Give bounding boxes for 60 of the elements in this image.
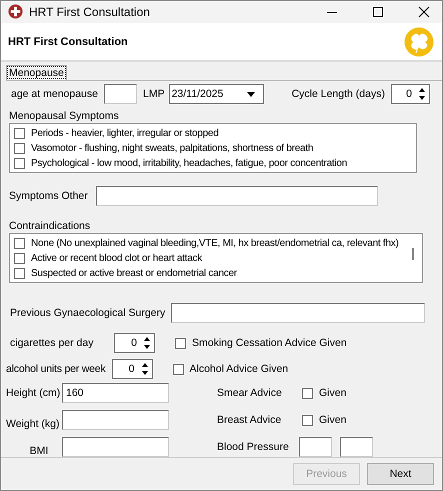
checkbox[interactable]: [302, 414, 313, 426]
checkbox-label: None (No unexplained vaginal bleeding,VTE, MI, hx breast/endometrial ca, relevant fhx): [31, 238, 399, 249]
input-field[interactable]: [62, 437, 169, 458]
field-label: Height (cm): [6, 387, 62, 400]
input-field[interactable]: [171, 303, 426, 324]
checkbox-label: Given: [319, 387, 346, 400]
field-label: age at menopause: [11, 88, 98, 100]
checkbox[interactable]: [14, 252, 25, 264]
checkbox-label: Periods - heavier, lighter, irregular or stopped: [31, 128, 219, 139]
field-label: cigarettes per day: [10, 337, 94, 350]
maximize-icon[interactable]: [372, 6, 384, 18]
field-label: Breast Advice: [216, 414, 282, 426]
section-label: Contraindications: [8, 220, 92, 232]
checkbox-label: Active or recent blood clot or heart attack: [31, 252, 202, 264]
field-label: Smear Advice: [216, 387, 283, 400]
checkbox[interactable]: [302, 388, 313, 399]
spin-arrows-icon[interactable]: [418, 87, 426, 102]
checkbox[interactable]: [175, 338, 186, 349]
field-label: LMP: [142, 88, 165, 100]
checkbox[interactable]: [14, 142, 25, 154]
spin-arrows-icon[interactable]: [140, 362, 148, 376]
number-spinner[interactable]: 0: [390, 84, 430, 104]
checkbox[interactable]: [14, 128, 25, 139]
field-label: alcohol units per week: [6, 363, 106, 376]
checkbox[interactable]: [14, 158, 25, 169]
date-picker[interactable]: 23/11/2025: [168, 84, 264, 104]
field-label: Previous Gynaecological Surgery: [10, 307, 166, 320]
input-field[interactable]: [340, 437, 373, 458]
scrollbar-thumb[interactable]: [412, 248, 414, 260]
dropdown-arrow-icon[interactable]: [246, 92, 255, 97]
input-field[interactable]: [299, 437, 332, 458]
app-icon: [8, 4, 23, 20]
section-label: Menopausal Symptoms: [8, 110, 120, 122]
field-label: Symptoms Other: [9, 190, 88, 202]
field-label: Cycle Length (days): [292, 88, 385, 100]
checkbox-label: Smoking Cessation Advice Given: [192, 337, 347, 350]
number-spinner[interactable]: 0: [112, 359, 152, 380]
input-field[interactable]: 160: [62, 383, 169, 404]
close-icon[interactable]: [418, 6, 430, 18]
checkbox-label: Vasomotor - flushing, night sweats, palpitations, shortness of breath: [31, 142, 314, 154]
tab[interactable]: Menopause: [6, 65, 67, 80]
checkbox-label: Suspected or active breast or endometrial cancer: [31, 268, 237, 279]
window-title: HRT First Consultation: [29, 4, 150, 19]
checkbox[interactable]: [14, 238, 25, 249]
input-field[interactable]: [96, 186, 378, 206]
checkbox[interactable]: [172, 364, 184, 375]
nav-button[interactable]: Next: [367, 463, 434, 486]
spin-arrows-icon[interactable]: [143, 336, 151, 350]
input-field[interactable]: [104, 84, 137, 104]
checkbox-label: Given: [319, 414, 346, 426]
form-title: HRT First Consultation: [8, 36, 128, 48]
field-label: BMI: [28, 445, 48, 458]
flower-logo-icon: [404, 26, 434, 57]
checkbox[interactable]: [14, 268, 25, 279]
field-label: Weight (kg): [6, 418, 60, 430]
checkbox-label: Alcohol Advice Given: [190, 363, 288, 376]
checkbox-label: Psychological - low mood, irritability, headaches, fatigue, poor concentration: [31, 158, 348, 169]
field-label: Blood Pressure: [216, 441, 290, 454]
input-field[interactable]: [62, 410, 169, 430]
number-spinner[interactable]: 0: [114, 333, 155, 354]
